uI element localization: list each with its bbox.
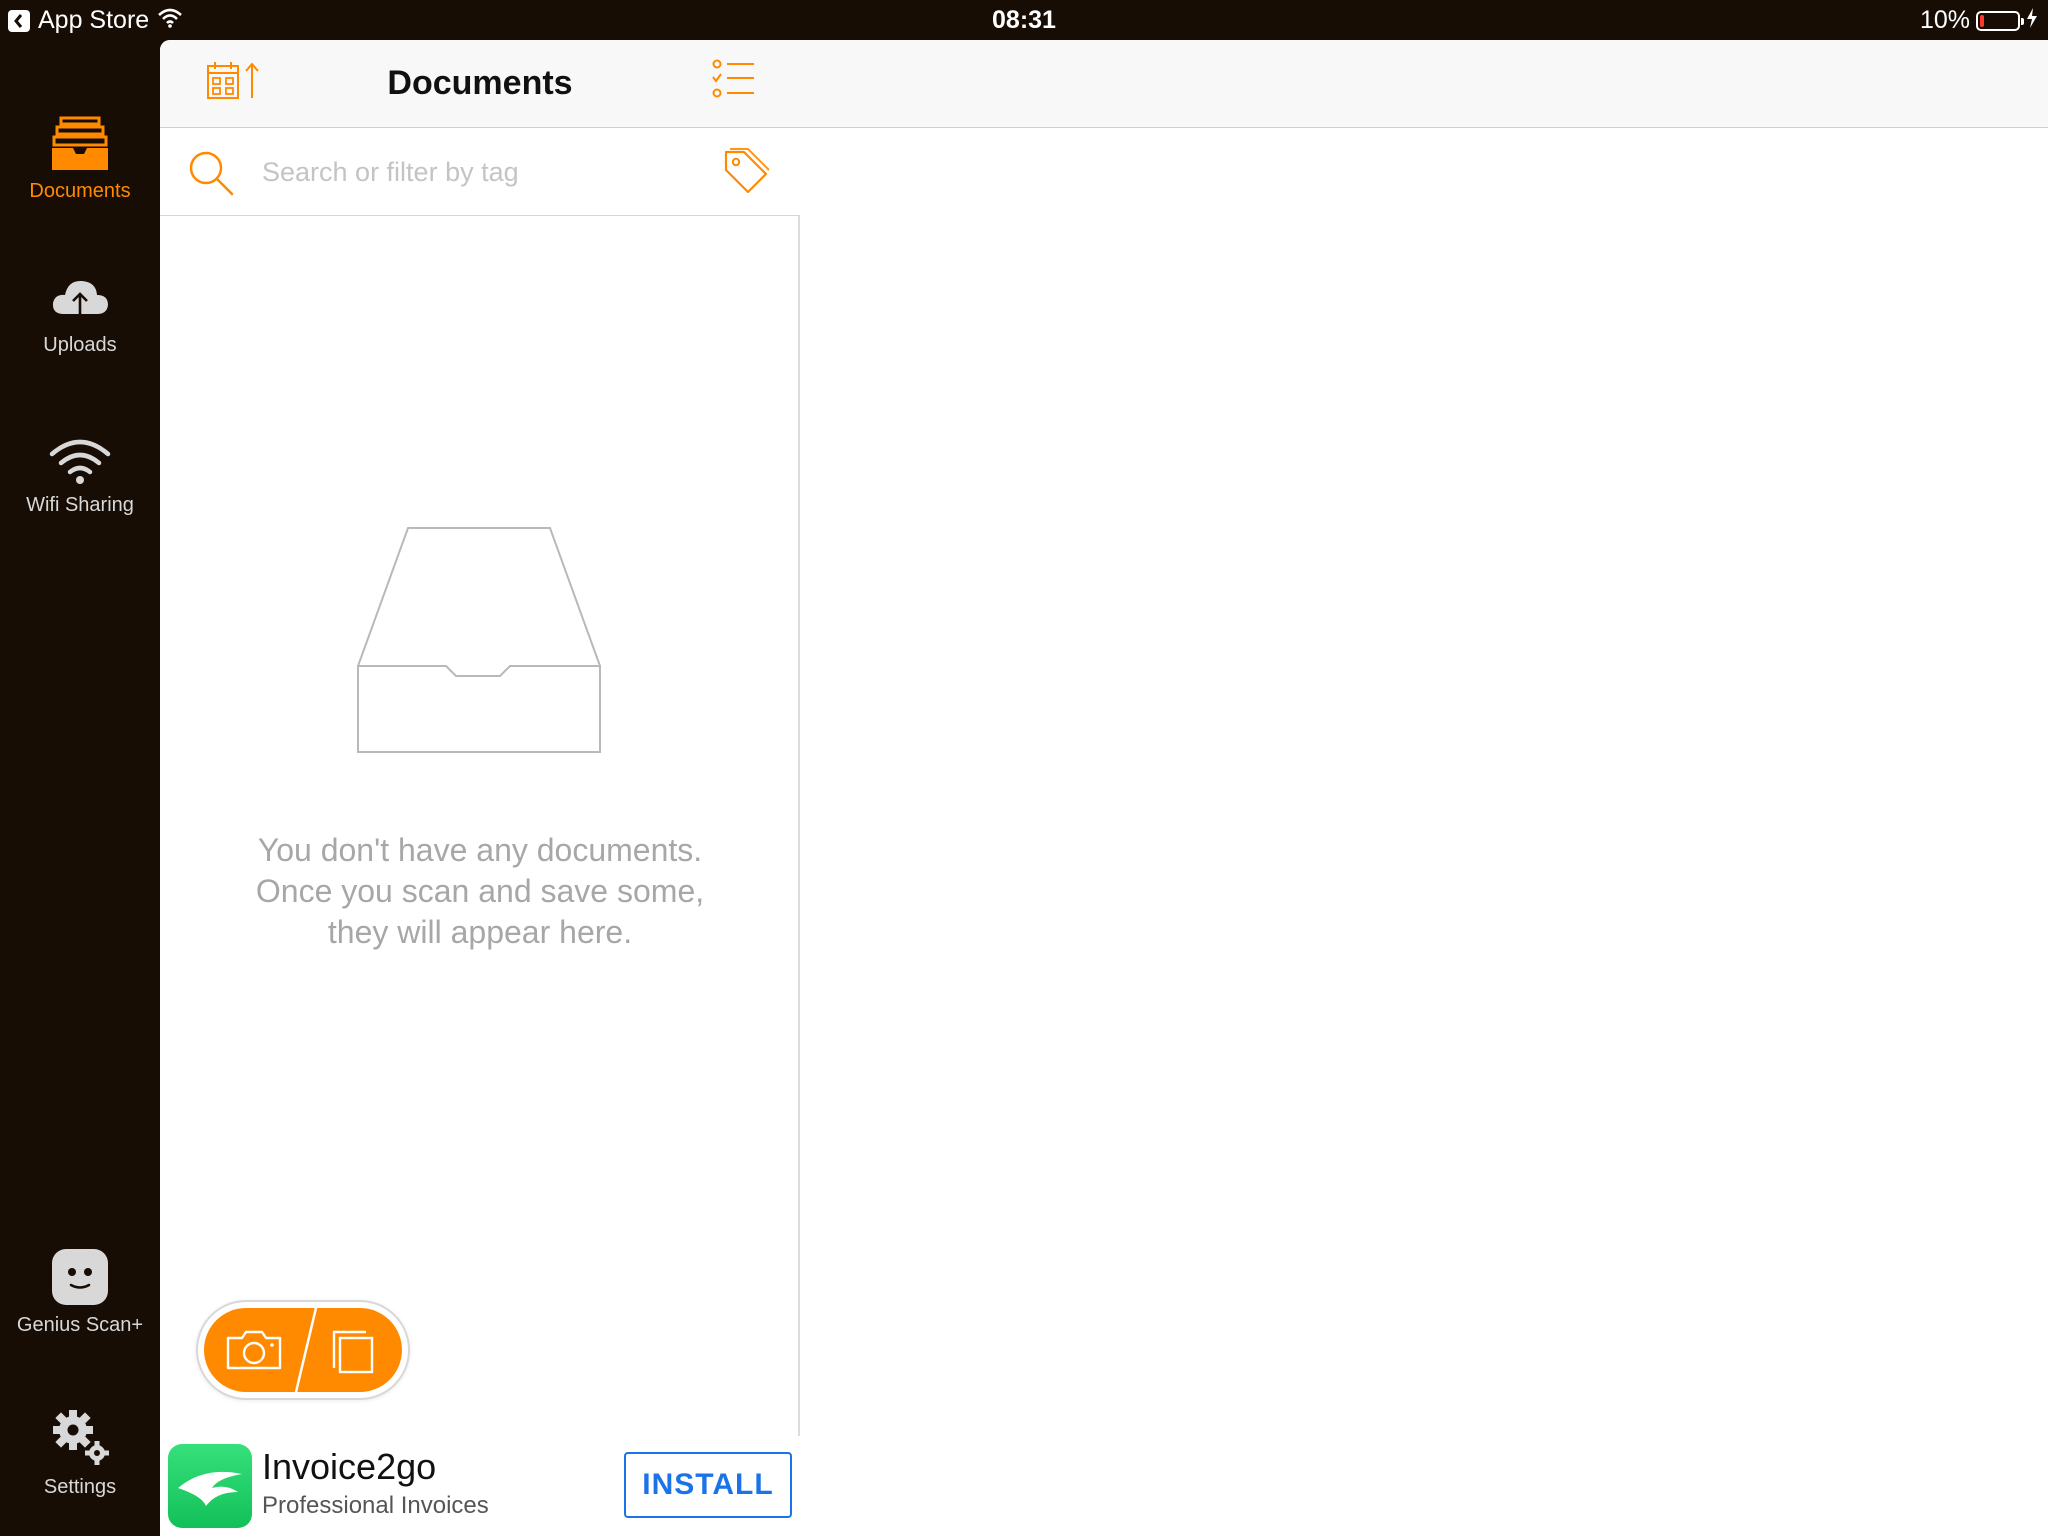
invoice2go-app-icon: [168, 1444, 252, 1528]
battery-level-fill: [1980, 14, 1984, 27]
sidebar-item-uploads[interactable]: Uploads: [0, 276, 160, 357]
search-icon: [188, 150, 236, 203]
checklist-icon: [712, 59, 754, 98]
charging-bolt-icon: [2026, 6, 2038, 35]
empty-tray-icon: [356, 524, 604, 759]
sidebar-item-wifi-sharing[interactable]: Wifi Sharing: [0, 438, 160, 517]
scan-button-group: [196, 1300, 410, 1400]
detail-pane: [800, 40, 2048, 1536]
scan-camera-button[interactable]: [204, 1308, 304, 1392]
empty-state-line: Once you scan and save some,: [255, 873, 705, 909]
gears-icon: [53, 1410, 109, 1465]
sidebar-item-label: Genius Scan+: [16, 1314, 144, 1336]
search-input[interactable]: [262, 152, 682, 192]
documents-panel: Documents Search or filter by tag You do…: [160, 40, 800, 1536]
status-bar: App Store 08:31 10%: [0, 0, 2048, 40]
cloud-upload-icon: [52, 280, 108, 326]
ad-subtitle: Professional Invoices: [262, 1492, 489, 1519]
sidebar-item-label: Wifi Sharing: [26, 494, 134, 516]
install-button[interactable]: INSTALL: [624, 1452, 792, 1518]
import-pages-icon: [332, 1330, 374, 1374]
sidebar-item-label: Settings: [43, 1476, 117, 1498]
wifi-icon: [49, 439, 111, 484]
battery-percent: 10%: [1919, 6, 1970, 34]
page-title: Documents: [387, 64, 573, 102]
ad-banner[interactable]: Invoice2go Professional Invoices INSTALL: [160, 1436, 800, 1536]
camera-icon: [226, 1330, 282, 1370]
sidebar-item-settings[interactable]: Settings: [0, 1408, 160, 1499]
empty-state-line: You don't have any documents.: [257, 832, 703, 868]
search-bar: [160, 128, 800, 216]
sidebar-item-genius-scan-plus[interactable]: Genius Scan+: [0, 1248, 160, 1337]
select-documents-button[interactable]: [712, 58, 756, 109]
empty-state-line: they will appear here.: [327, 914, 633, 950]
ad-app-name: Invoice2go: [262, 1446, 437, 1487]
tag-filter-button[interactable]: [722, 148, 770, 201]
battery-icon: [1976, 10, 2024, 31]
sidebar: Documents Uploads Wifi Sharing Genius Sc…: [0, 40, 160, 1536]
smiley-face-icon: [52, 1249, 108, 1305]
scan-pill: [204, 1308, 402, 1392]
sidebar-item-label: Uploads: [43, 334, 117, 356]
import-pages-button[interactable]: [304, 1308, 402, 1392]
detail-navbar: [800, 40, 2048, 128]
tag-icon: [724, 148, 770, 194]
clock: 08:31: [992, 6, 1056, 34]
documents-navbar: Documents: [160, 40, 800, 128]
empty-state-message: You don't have any documents. Once you s…: [200, 830, 760, 953]
sidebar-item-documents[interactable]: Documents: [0, 116, 160, 203]
battery-status: 10%: [1920, 6, 2038, 35]
inbox-tray-icon: [52, 116, 108, 170]
sidebar-item-label: Documents: [29, 180, 131, 202]
